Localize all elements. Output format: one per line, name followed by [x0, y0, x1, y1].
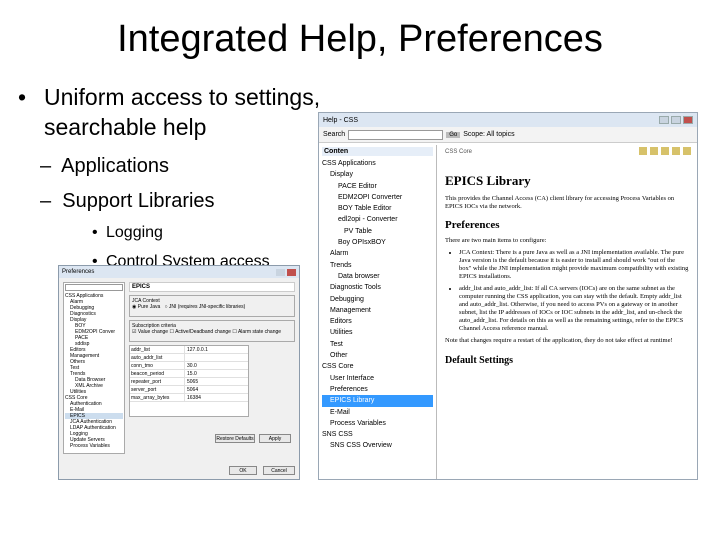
sub-logging: • Logging: [92, 224, 163, 241]
dash-applications: – Applications: [40, 155, 169, 177]
preferences-title: Preferences: [62, 269, 95, 275]
help-contents-pane: Conten CSS Applications Display PACE Edi…: [319, 145, 437, 479]
help-titlebar: Help - CSS: [319, 113, 697, 127]
toc-item[interactable]: BOY Table Editor: [322, 203, 433, 214]
minimize-icon[interactable]: [659, 116, 669, 124]
forward-icon[interactable]: [650, 147, 658, 155]
search-input[interactable]: [348, 129, 444, 140]
toc-item[interactable]: PV Table: [322, 226, 433, 237]
toc-item[interactable]: Debugging: [322, 294, 433, 305]
bookmark-icon[interactable]: [672, 147, 680, 155]
table-row[interactable]: server_port 5064: [130, 386, 248, 394]
print-icon[interactable]: [683, 147, 691, 155]
toc-item[interactable]: CSS Core: [322, 361, 433, 372]
toc-item[interactable]: Preferences: [322, 384, 433, 395]
toc-item[interactable]: Management: [322, 305, 433, 316]
table-row[interactable]: addr_list 127.0.0.1: [130, 346, 248, 354]
note-text: Note that changes require a restart of t…: [445, 337, 673, 344]
toc-item[interactable]: Display: [322, 169, 433, 180]
toc-item[interactable]: PACE Editor: [322, 181, 433, 192]
page-heading: EPICS Library: [445, 173, 531, 188]
toc-item[interactable]: Boy OPIsxBOY: [322, 237, 433, 248]
settings-table: addr_list 127.0.0.1 auto_addr_list conn_t…: [129, 345, 249, 417]
table-row[interactable]: repeater_port 5065: [130, 378, 248, 386]
toc-item[interactable]: User Interface: [322, 373, 433, 384]
pref-tree-item[interactable]: Process Variables: [65, 443, 123, 449]
apply-button[interactable]: Apply: [259, 434, 291, 443]
back-icon[interactable]: [639, 147, 647, 155]
help-page: CSS Core EPICS Library This provides the…: [437, 145, 697, 479]
slide-title: Integrated Help, Preferences: [117, 18, 603, 60]
toc-item[interactable]: Process Variables: [322, 418, 433, 429]
dash-applications-text: Applications: [61, 155, 169, 177]
intro-text: This provides the Channel Access (CA) cl…: [445, 195, 675, 210]
filter-input[interactable]: [65, 284, 123, 291]
toc-item[interactable]: edl2opi - Converter: [322, 214, 433, 225]
help-search-bar: Search Go Scope: All topics: [319, 127, 697, 143]
help-window: Help - CSS Search Go Scope: All topics C…: [318, 112, 698, 480]
preferences-titlebar: Preferences: [59, 266, 299, 278]
table-row[interactable]: auto_addr_list: [130, 354, 248, 362]
toc-item[interactable]: SNS CSS Overview: [322, 440, 433, 451]
table-row[interactable]: max_array_bytes 16384: [130, 394, 248, 402]
ok-button[interactable]: OK: [229, 466, 257, 475]
restore-defaults-button[interactable]: Restore Defaults: [215, 434, 255, 443]
preferences-tree: CSS Applications Alarm Debugging Diagnos…: [63, 282, 125, 454]
toc-item[interactable]: Alarm: [322, 248, 433, 259]
bullet-settings: Uniform access to settings, searchable h…: [18, 82, 320, 142]
home-icon[interactable]: [661, 147, 669, 155]
maximize-icon[interactable]: [671, 116, 681, 124]
dash-libraries-text: Support Libraries: [62, 190, 215, 212]
subscription-group: Subscription criteria ☑ Value change ☐ A…: [129, 320, 295, 342]
bullet-list: Uniform access to settings, searchable h…: [18, 82, 320, 142]
toc-item-selected[interactable]: EPICS Library: [322, 395, 433, 407]
preferences-page: EPICS JCA Context ◉ Pure Java ○ JNI (req…: [129, 282, 295, 454]
help-window-title: Help - CSS: [323, 116, 359, 124]
preferences-dialog: Preferences CSS Applications Alarm Debug…: [58, 265, 300, 480]
help-toolbar: [639, 147, 691, 155]
preferences-heading: Preferences: [445, 219, 500, 231]
close-icon[interactable]: [683, 116, 693, 124]
cancel-button[interactable]: Cancel: [263, 466, 295, 475]
toc-item[interactable]: SNS CSS: [322, 429, 433, 440]
default-settings-heading: Default Settings: [445, 355, 514, 366]
contents-tab[interactable]: Conten: [322, 147, 433, 156]
list-item: addr_list and auto_addr_list: If all CA …: [459, 285, 689, 333]
search-label: Search: [323, 131, 346, 138]
minimize-icon[interactable]: [276, 268, 285, 276]
toc-item[interactable]: Editors: [322, 316, 433, 327]
dash-libraries: – Support Libraries: [40, 190, 215, 212]
contents-tree: CSS Applications Display PACE Editor EDM…: [322, 158, 433, 452]
sub-logging-text: Logging: [106, 224, 163, 241]
list-item: JCA Context: There is a pure Java as wel…: [459, 249, 689, 281]
toc-item[interactable]: Data browser: [322, 271, 433, 282]
scope-link[interactable]: Scope: All topics: [463, 131, 514, 138]
bullet-text-line1: Uniform access to settings,: [44, 84, 321, 110]
toc-item[interactable]: E-Mail: [322, 407, 433, 418]
pref-page-title: EPICS: [129, 282, 295, 292]
table-row[interactable]: beacon_period 15.0: [130, 370, 248, 378]
pref-intro-text: There are two main items to configure:: [445, 237, 547, 244]
close-icon[interactable]: [287, 268, 296, 276]
toc-item[interactable]: Trends: [322, 260, 433, 271]
jca-context-group: JCA Context ◉ Pure Java ○ JNI (requires …: [129, 295, 295, 317]
table-row[interactable]: conn_tmo 30.0: [130, 362, 248, 370]
toc-item[interactable]: EDM2OPI Converter: [322, 192, 433, 203]
toc-item[interactable]: Diagnostic Tools: [322, 282, 433, 293]
go-button[interactable]: Go: [446, 131, 461, 138]
toc-item[interactable]: Utilities: [322, 327, 433, 338]
bullet-text-line2: searchable help: [44, 114, 207, 140]
toc-item[interactable]: CSS Applications: [322, 158, 433, 169]
toc-item[interactable]: Test: [322, 339, 433, 350]
toc-item[interactable]: Other: [322, 350, 433, 361]
